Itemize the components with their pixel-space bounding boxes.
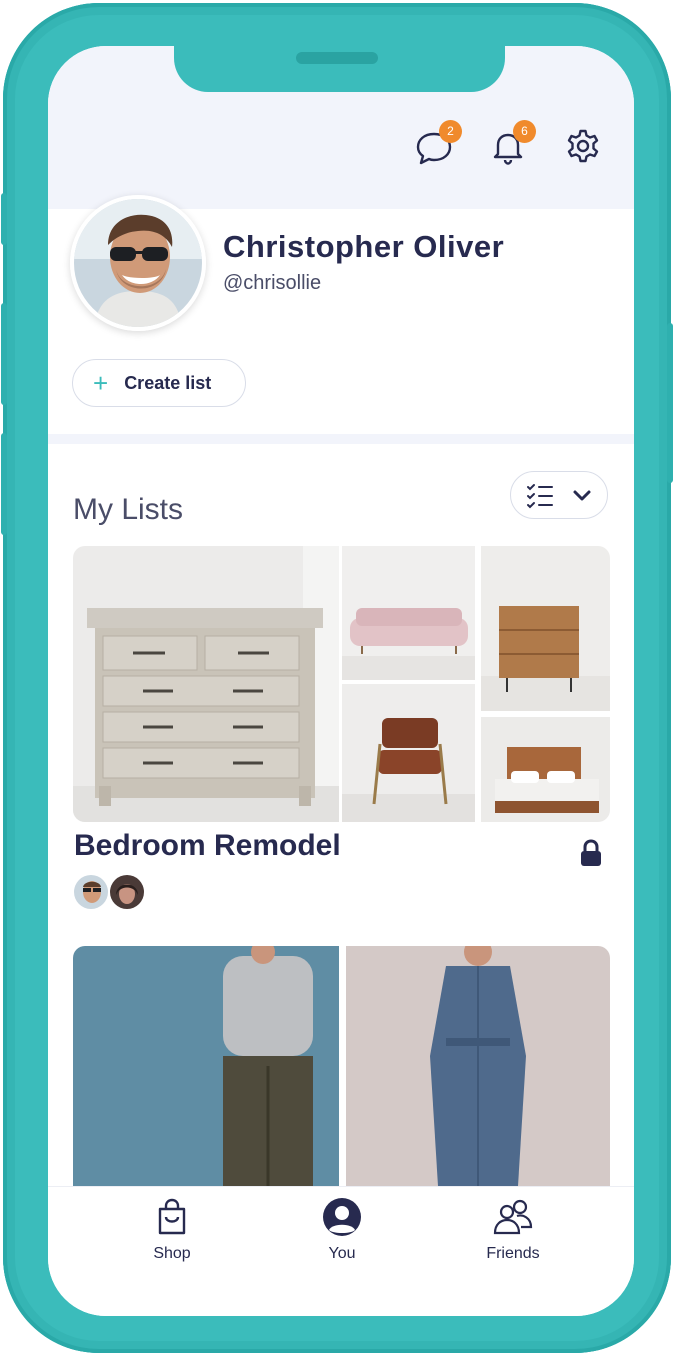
lock-icon <box>581 839 601 866</box>
wood-dresser-photo <box>481 546 610 711</box>
app-screen: 2 6 Christopher Oliver @chrisollie + Cre… <box>48 46 634 1316</box>
bed-photo <box>481 717 610 822</box>
collaborator-avatar[interactable] <box>72 873 110 911</box>
phone-frame: 2 6 Christopher Oliver @chrisollie + Cre… <box>1 3 673 1353</box>
user-icon <box>323 1198 361 1236</box>
plus-icon: + <box>93 368 109 398</box>
profile-card: Christopher Oliver @chrisollie + Create … <box>48 195 634 434</box>
tab-friends[interactable]: Friends <box>453 1197 573 1263</box>
power-button <box>667 323 673 483</box>
list-item-bed[interactable] <box>481 717 610 822</box>
list-view-toggle[interactable] <box>510 471 608 519</box>
notch <box>174 46 505 92</box>
side-button <box>1 193 7 245</box>
list-title[interactable]: Bedroom Remodel <box>74 829 341 863</box>
speaker <box>296 52 378 64</box>
sofa-photo <box>342 546 475 680</box>
dress-photo <box>346 946 610 1186</box>
pants-photo <box>73 946 339 1186</box>
tab-you-label: You <box>328 1245 356 1262</box>
create-list-label: Create list <box>124 372 212 393</box>
profile-handle: @chrisollie <box>223 272 322 294</box>
gear-icon <box>567 129 599 163</box>
list-item-chair[interactable] <box>342 684 475 822</box>
checklist-icon <box>527 484 553 509</box>
list-item-sofa[interactable] <box>342 546 475 680</box>
tab-you[interactable]: You <box>282 1197 402 1263</box>
notifications-button[interactable]: 6 <box>486 120 536 168</box>
tab-shop[interactable]: Shop <box>112 1197 232 1263</box>
collaborator-avatar[interactable] <box>108 873 146 911</box>
messages-button[interactable]: 2 <box>412 120 462 168</box>
avatar[interactable] <box>70 195 206 331</box>
list-item-dress[interactable] <box>346 946 610 1186</box>
profile-photo <box>74 199 202 327</box>
my-lists-title: My Lists <box>73 493 184 526</box>
create-list-button[interactable]: + Create list <box>72 359 246 407</box>
list-cover-dresser[interactable] <box>73 546 339 822</box>
dresser-photo <box>73 546 339 822</box>
chevron-down-icon <box>573 490 591 501</box>
volume-up-button <box>1 303 7 405</box>
profile-name: Christopher Oliver <box>223 229 505 264</box>
shopping-bag-icon <box>158 1198 186 1235</box>
tab-bar: Shop You Friends <box>48 1186 634 1316</box>
chair-photo <box>342 684 475 822</box>
notifications-badge: 6 <box>513 120 536 143</box>
list-item-dresser-wood[interactable] <box>481 546 610 711</box>
friends-icon <box>493 1199 533 1235</box>
volume-down-button <box>1 433 7 535</box>
section-divider <box>48 434 634 444</box>
tab-friends-label: Friends <box>486 1245 540 1262</box>
list-item-pants[interactable] <box>73 946 339 1186</box>
tab-shop-label: Shop <box>153 1245 191 1262</box>
settings-button[interactable] <box>561 124 605 168</box>
messages-badge: 2 <box>439 120 462 143</box>
